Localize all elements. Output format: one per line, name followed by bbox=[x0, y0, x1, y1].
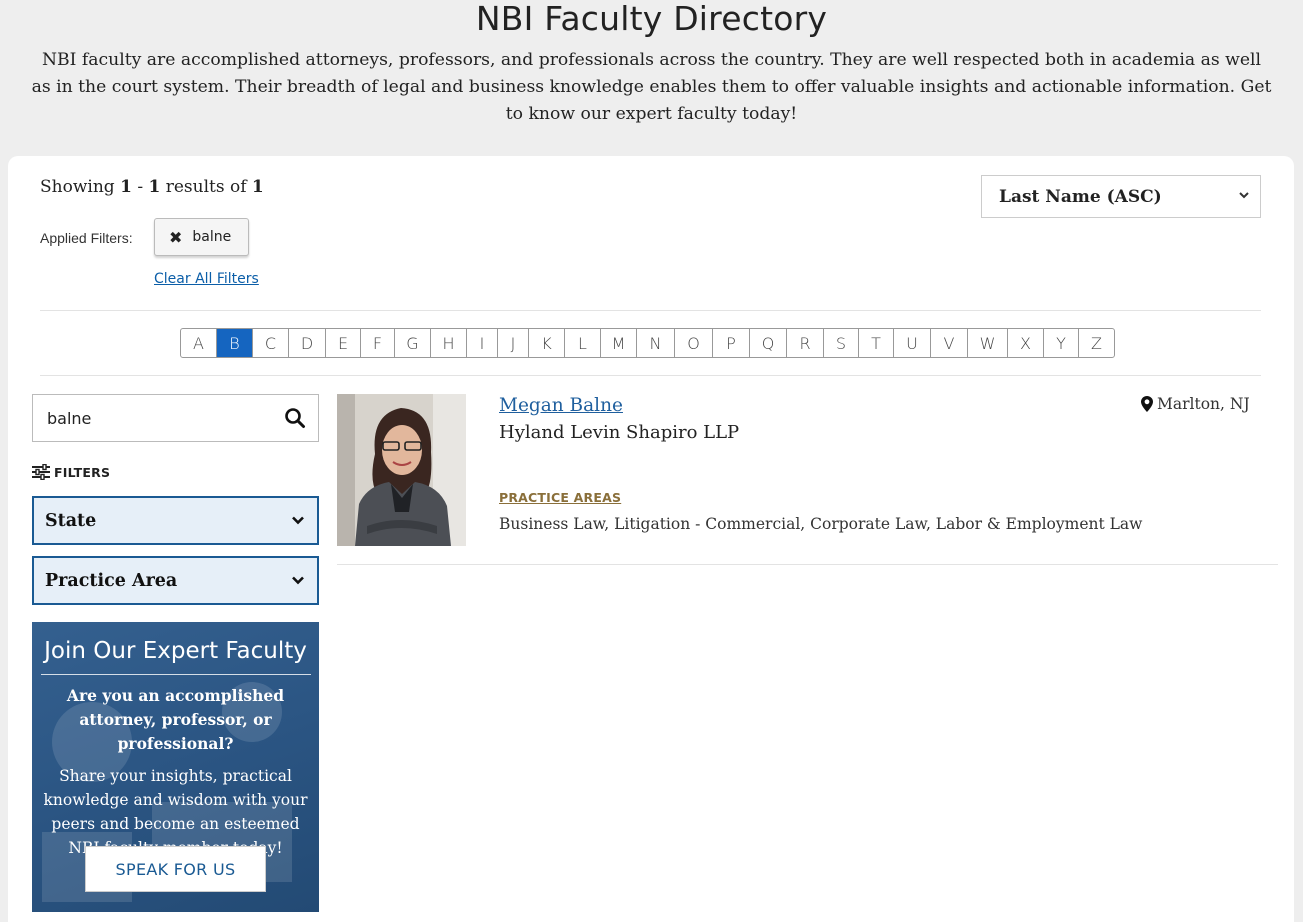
alphabet-letter-j[interactable]: J bbox=[498, 329, 529, 357]
divider bbox=[337, 564, 1278, 565]
search-icon[interactable] bbox=[284, 407, 306, 429]
sliders-icon bbox=[32, 464, 50, 480]
alphabet-letter-t[interactable]: T bbox=[859, 329, 894, 357]
sort-selected-value: Last Name (ASC) bbox=[999, 186, 1162, 207]
alphabet-filter: ABCDEFGHIJKLMNOPQRSTUVWXYZ bbox=[180, 328, 1115, 358]
practice-areas-heading: PRACTICE AREAS bbox=[499, 490, 622, 505]
search-input[interactable]: balne bbox=[32, 394, 319, 442]
alphabet-letter-z[interactable]: Z bbox=[1079, 329, 1114, 357]
alphabet-letter-y[interactable]: Y bbox=[1044, 329, 1079, 357]
alphabet-letter-g[interactable]: G bbox=[395, 329, 431, 357]
alphabet-letter-w[interactable]: W bbox=[968, 329, 1008, 357]
alphabet-letter-s[interactable]: S bbox=[824, 329, 859, 357]
page-intro: NBI faculty are accomplished attorneys, … bbox=[31, 50, 1272, 124]
alphabet-letter-h[interactable]: H bbox=[431, 329, 467, 357]
alphabet-letter-u[interactable]: U bbox=[894, 329, 931, 357]
faculty-name-link[interactable]: Megan Balne bbox=[499, 395, 623, 416]
chevron-down-icon bbox=[292, 516, 304, 525]
faculty-firm: Hyland Levin Shapiro LLP bbox=[499, 422, 740, 443]
alphabet-letter-r[interactable]: R bbox=[787, 329, 824, 357]
filter-chip-label: balne bbox=[192, 229, 232, 245]
alphabet-letter-d[interactable]: D bbox=[289, 329, 326, 357]
faculty-photo[interactable] bbox=[337, 394, 466, 546]
alphabet-letter-o[interactable]: O bbox=[675, 329, 713, 357]
results-summary: Showing 1 - 1 results of 1 bbox=[40, 177, 264, 197]
alphabet-letter-a[interactable]: A bbox=[181, 329, 217, 357]
page-title: NBI Faculty Directory bbox=[475, 0, 828, 38]
alphabet-letter-x[interactable]: X bbox=[1008, 329, 1044, 357]
promo-divider bbox=[40, 674, 311, 675]
join-faculty-promo: Join Our Expert Faculty Are you an accom… bbox=[32, 622, 319, 912]
speak-for-us-button[interactable]: SPEAK FOR US bbox=[85, 846, 266, 892]
faculty-portrait-image bbox=[337, 394, 466, 546]
divider bbox=[40, 310, 1261, 311]
chevron-down-icon bbox=[1239, 192, 1249, 199]
directory-card: Showing 1 - 1 results of 1 Applied Filte… bbox=[8, 156, 1294, 922]
alphabet-letter-q[interactable]: Q bbox=[750, 329, 787, 357]
promo-question: Are you an accomplished attorney, profes… bbox=[66, 686, 285, 753]
alphabet-letter-e[interactable]: E bbox=[326, 329, 361, 357]
facet-state[interactable]: State bbox=[32, 496, 319, 545]
practice-areas-list: Business Law, Litigation - Commercial, C… bbox=[499, 515, 1143, 533]
clear-all-filters-link[interactable]: Clear All Filters bbox=[154, 271, 259, 287]
applied-filters-label: Applied Filters: bbox=[40, 230, 133, 246]
page-header: NBI Faculty Directory NBI faculty are ac… bbox=[0, 0, 1303, 128]
faculty-location: Marlton, NJ bbox=[1141, 395, 1250, 413]
alphabet-letter-l[interactable]: L bbox=[565, 329, 601, 357]
alphabet-letter-f[interactable]: F bbox=[361, 329, 395, 357]
alphabet-letter-k[interactable]: K bbox=[529, 329, 565, 357]
divider bbox=[40, 375, 1261, 376]
promo-title: Join Our Expert Faculty bbox=[44, 638, 307, 664]
alphabet-letter-n[interactable]: N bbox=[637, 329, 675, 357]
filter-chip-balne[interactable]: ✖ balne bbox=[154, 218, 249, 256]
map-marker-icon bbox=[1141, 396, 1153, 412]
alphabet-letter-c[interactable]: C bbox=[253, 329, 289, 357]
alphabet-letter-i[interactable]: I bbox=[467, 329, 498, 357]
sort-select[interactable]: Last Name (ASC) bbox=[981, 175, 1261, 218]
filters-heading: FILTERS bbox=[32, 464, 110, 480]
alphabet-letter-b[interactable]: B bbox=[217, 329, 253, 357]
chevron-down-icon bbox=[292, 576, 304, 585]
close-icon[interactable]: ✖ bbox=[169, 228, 182, 247]
alphabet-letter-p[interactable]: P bbox=[713, 329, 750, 357]
alphabet-letter-m[interactable]: M bbox=[601, 329, 637, 357]
search-input-value: balne bbox=[47, 408, 92, 428]
facet-practice-area[interactable]: Practice Area bbox=[32, 556, 319, 605]
alphabet-letter-v[interactable]: V bbox=[931, 329, 968, 357]
